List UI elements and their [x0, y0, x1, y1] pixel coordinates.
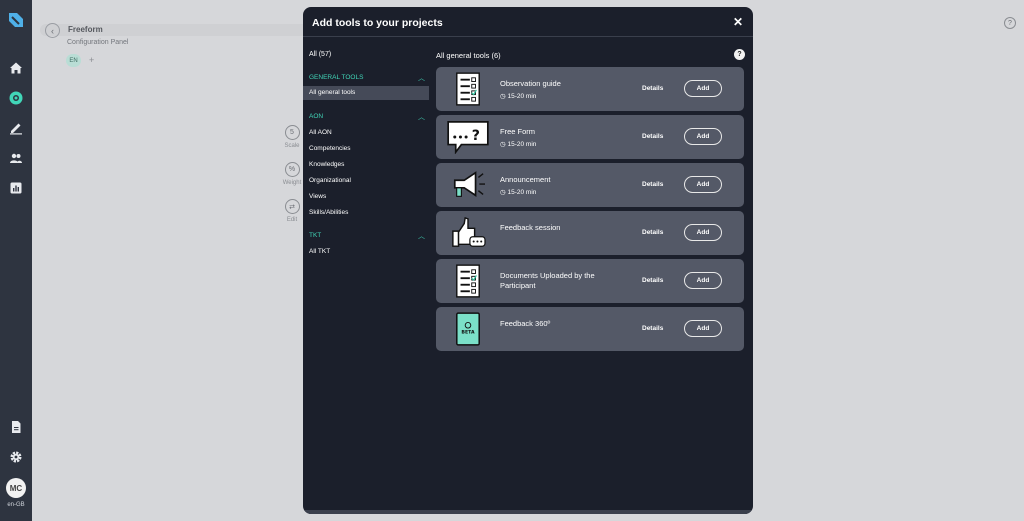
tool-duration-text: 15-20 min [507, 141, 537, 148]
checklist-icon [446, 70, 490, 108]
chevron-up-icon[interactable]: ︿ [418, 73, 425, 83]
category-competencies[interactable]: Competencies [303, 142, 429, 156]
category-views[interactable]: Views [303, 190, 429, 204]
tool-name: Feedback 360º [500, 319, 551, 328]
app-logo-icon[interactable] [8, 11, 24, 29]
tool-list-heading: All general tools (6) [436, 51, 501, 60]
add-language-button[interactable]: + [89, 55, 94, 65]
language-chip[interactable]: EN [66, 54, 81, 67]
edit-tool-label: Edit [286, 217, 298, 223]
group-general-tools[interactable]: GENERAL TOOLS ︿ [309, 73, 425, 83]
tool-card-free-form: ? Free Form ◷ 15-20 min Details Add [436, 115, 744, 159]
details-link[interactable]: Details [642, 277, 663, 284]
nav-rail: MC en-GB [0, 0, 32, 521]
tool-name: Documents Uploaded by the Participant [500, 271, 595, 290]
percent-icon: % [284, 162, 300, 177]
tool-card-documents-uploaded: Documents Uploaded by the Participant De… [436, 259, 744, 303]
category-organizational[interactable]: Organizational [303, 174, 429, 188]
clock-icon: ◷ [500, 93, 506, 100]
tool-duration-text: 15-20 min [507, 93, 537, 100]
weight-tool-label: Weight [282, 180, 302, 186]
tool-duration: ◷ 15-20 min [500, 188, 536, 196]
group-heading: TKT [309, 232, 322, 239]
group-heading: GENERAL TOOLS [309, 74, 364, 81]
speech-bubble-icon: ? [446, 118, 490, 156]
details-link[interactable]: Details [642, 325, 663, 332]
close-icon[interactable]: ✕ [733, 15, 743, 29]
tool-card-observation-guide: Observation guide ◷ 15-20 min Details Ad… [436, 67, 744, 111]
help-icon[interactable]: ? [734, 49, 745, 60]
document-checklist-icon [446, 262, 490, 300]
category-skills-abilities[interactable]: Skills/Abilities [303, 206, 429, 220]
back-chevron-icon[interactable]: ‹ [45, 23, 60, 38]
tool-card-feedback-session: Feedback session Details Add [436, 211, 744, 255]
tool-card-feedback-360: BETA Feedback 360º Details Add [436, 307, 744, 351]
add-button[interactable]: Add [684, 80, 722, 97]
scale-icon: 5 [284, 125, 300, 140]
category-all-tkt[interactable]: All TKT [303, 245, 429, 259]
scale-tool-label: Scale [284, 143, 300, 149]
add-tools-modal: Add tools to your projects ✕ All (57) GE… [303, 7, 753, 514]
page-title: Freeform [68, 25, 103, 34]
locale-label[interactable]: en-GB [0, 502, 32, 508]
active-project-icon[interactable] [9, 91, 23, 105]
users-icon[interactable] [9, 151, 23, 165]
svg-text:?: ? [472, 128, 480, 144]
settings-gear-icon[interactable] [9, 450, 23, 464]
add-button[interactable]: Add [684, 320, 722, 337]
beta-tablet-icon: BETA [446, 310, 490, 348]
tool-name: Feedback session [500, 223, 561, 232]
chevron-up-icon[interactable]: ︿ [418, 231, 425, 241]
add-button[interactable]: Add [684, 176, 722, 193]
edit-pen-icon[interactable] [9, 121, 23, 135]
page-subtitle: Configuration Panel [67, 39, 129, 46]
group-tkt[interactable]: TKT ︿ [309, 231, 425, 241]
chevron-up-icon[interactable]: ︿ [418, 112, 425, 122]
details-link[interactable]: Details [642, 229, 663, 236]
modal-title: Add tools to your projects [312, 17, 443, 29]
category-all-general-tools[interactable]: All general tools [303, 86, 429, 100]
group-heading: AON [309, 113, 324, 120]
tool-name: Observation guide [500, 79, 561, 88]
details-link[interactable]: Details [642, 181, 663, 188]
add-button[interactable]: Add [684, 272, 722, 289]
clock-icon: ◷ [500, 141, 506, 148]
group-aon[interactable]: AON ︿ [309, 112, 425, 122]
details-link[interactable]: Details [642, 133, 663, 140]
megaphone-icon [446, 166, 490, 204]
modal-footer-bar [303, 510, 753, 514]
report-document-icon[interactable] [9, 420, 23, 434]
home-icon[interactable] [9, 61, 23, 75]
tool-name: Free Form [500, 127, 536, 136]
analytics-icon[interactable] [9, 181, 23, 195]
user-avatar[interactable]: MC [6, 478, 26, 498]
category-knowledges[interactable]: Knowledges [303, 158, 429, 172]
tool-duration: ◷ 15-20 min [500, 140, 536, 148]
help-icon[interactable]: ? [1004, 17, 1016, 29]
modal-header: Add tools to your projects ✕ [303, 7, 753, 37]
category-all-aon[interactable]: All AON [303, 126, 429, 140]
swap-icon: ⇄ [284, 199, 300, 214]
beta-label: BETA [461, 330, 475, 336]
tool-duration-text: 15-20 min [507, 189, 537, 196]
tool-name: Announcement [500, 175, 551, 184]
category-all[interactable]: All (57) [309, 51, 331, 58]
clock-icon: ◷ [500, 189, 506, 196]
add-button[interactable]: Add [684, 224, 722, 241]
thumbs-up-icon [446, 214, 490, 252]
tool-card-announcement: Announcement ◷ 15-20 min Details Add [436, 163, 744, 207]
add-button[interactable]: Add [684, 128, 722, 145]
tool-duration: ◷ 15-20 min [500, 92, 536, 100]
details-link[interactable]: Details [642, 85, 663, 92]
